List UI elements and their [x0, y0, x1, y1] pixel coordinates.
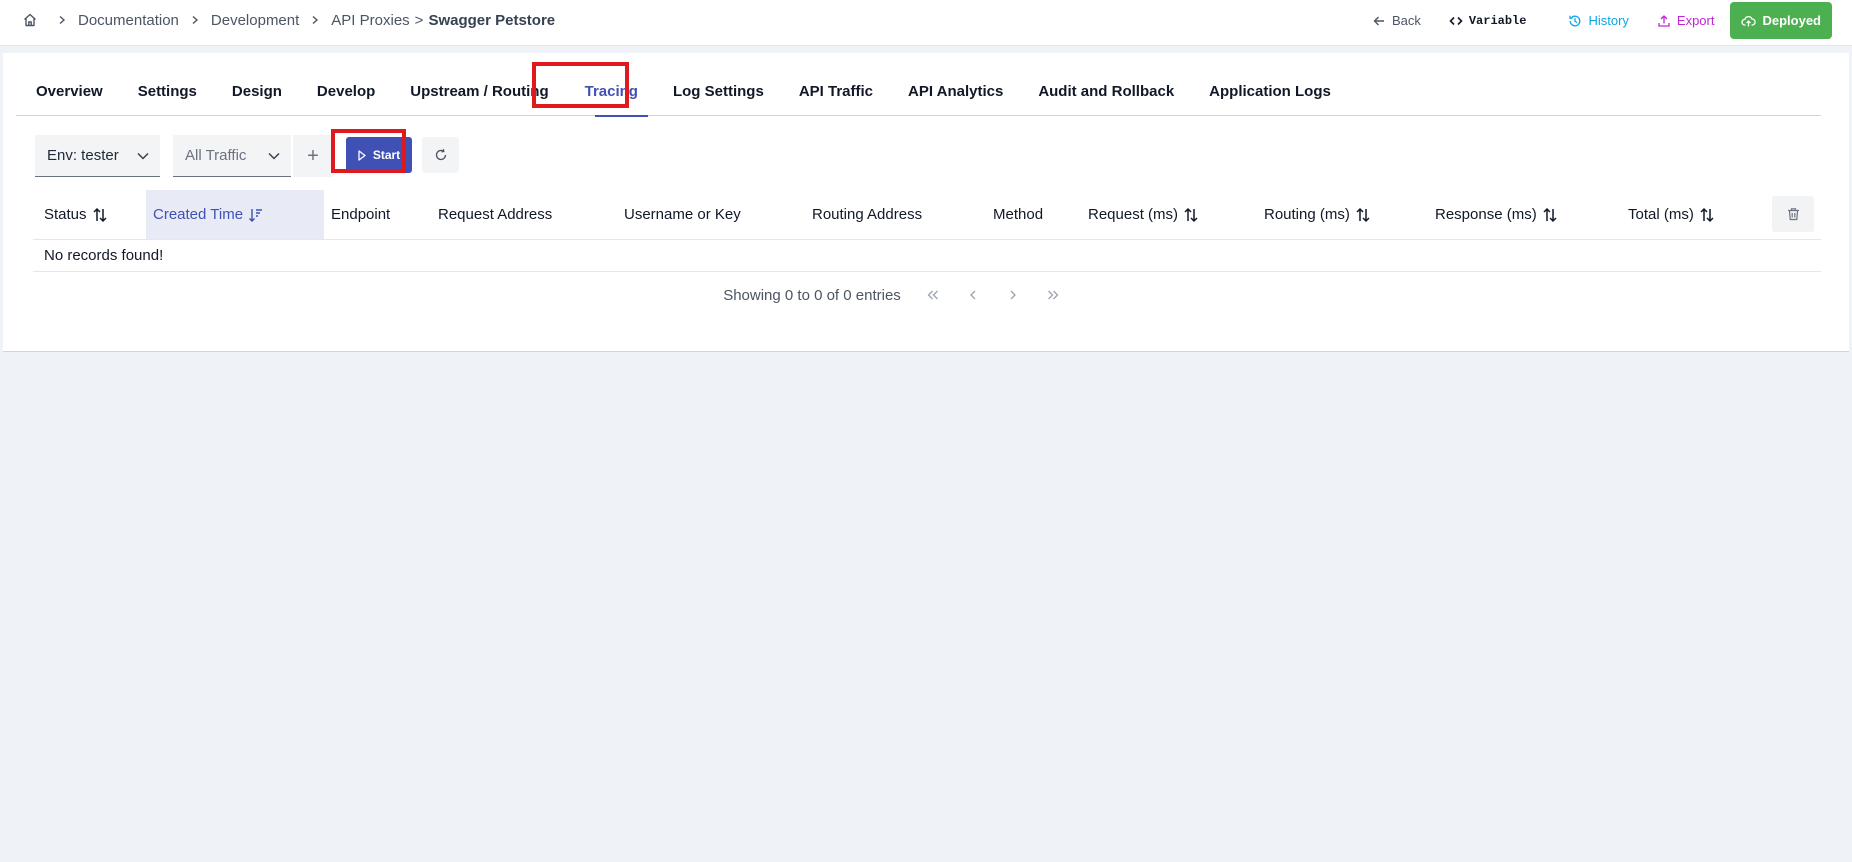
- tab-upstream-routing[interactable]: Upstream / Routing: [410, 67, 548, 116]
- refresh-icon: [435, 149, 446, 161]
- export-button[interactable]: Export: [1643, 2, 1729, 39]
- tab-api-traffic[interactable]: API Traffic: [799, 67, 873, 116]
- history-button[interactable]: History: [1554, 2, 1642, 39]
- tab-settings[interactable]: Settings: [138, 67, 197, 116]
- column-method[interactable]: Method: [993, 190, 1043, 239]
- tab-log-settings[interactable]: Log Settings: [673, 67, 764, 116]
- variable-button[interactable]: Variable: [1435, 2, 1541, 39]
- tracing-table: Status Created Time Endpoint Request Add…: [33, 190, 1821, 304]
- sort-icon: [1355, 207, 1371, 223]
- column-username-key[interactable]: Username or Key: [624, 190, 741, 239]
- column-created-time-label: Created Time: [153, 206, 244, 223]
- tab-api-analytics[interactable]: API Analytics: [908, 67, 1003, 116]
- sort-icon: [1183, 207, 1199, 223]
- chevrons-left-icon: [927, 290, 938, 300]
- chevron-down-icon: [137, 152, 149, 160]
- tab-tracing[interactable]: Tracing: [585, 67, 649, 117]
- start-button[interactable]: Start: [346, 137, 412, 173]
- chevron-right-icon: [57, 15, 67, 25]
- next-page-button[interactable]: [993, 285, 1033, 305]
- upload-icon: [1658, 14, 1670, 27]
- header-actions: Back Variable History Export Deployed: [1358, 2, 1832, 39]
- tab-design[interactable]: Design: [232, 67, 282, 116]
- column-endpoint[interactable]: Endpoint: [331, 190, 390, 239]
- pagination: Showing 0 to 0 of 0 entries: [33, 285, 1821, 305]
- main-card: Overview Settings Design Develop Upstrea…: [3, 53, 1849, 352]
- column-request-ms-label: Request (ms): [1088, 206, 1179, 223]
- back-button[interactable]: Back: [1358, 2, 1435, 39]
- sort-icon: [1542, 207, 1558, 223]
- history-label: History: [1588, 13, 1629, 28]
- column-status[interactable]: Status: [33, 190, 133, 239]
- prev-page-button[interactable]: [953, 285, 993, 305]
- first-page-button[interactable]: [913, 285, 953, 305]
- chevrons-right-icon: [1047, 290, 1059, 300]
- breadcrumb-documentation[interactable]: Documentation: [78, 12, 179, 29]
- breadcrumb: Documentation Development API Proxies > …: [22, 0, 555, 40]
- refresh-button[interactable]: [422, 137, 459, 173]
- start-label: Start: [372, 148, 401, 162]
- play-icon: [358, 149, 366, 161]
- last-page-button[interactable]: [1033, 285, 1073, 305]
- table-header: Status Created Time Endpoint Request Add…: [33, 190, 1821, 240]
- deployed-button[interactable]: Deployed: [1730, 2, 1832, 39]
- empty-message: No records found!: [44, 247, 164, 264]
- column-routing-ms[interactable]: Routing (ms): [1264, 190, 1371, 239]
- tab-overview[interactable]: Overview: [36, 67, 103, 116]
- traffic-select[interactable]: All Traffic: [173, 135, 291, 177]
- cloud-upload-icon: [1741, 15, 1757, 26]
- column-response-ms-label: Response (ms): [1435, 206, 1537, 223]
- add-filter-button[interactable]: +: [293, 135, 333, 177]
- traffic-select-value: All Traffic: [185, 147, 247, 164]
- tab-audit-rollback[interactable]: Audit and Rollback: [1038, 67, 1174, 116]
- sort-descending-icon: [248, 207, 264, 223]
- breadcrumb-current: Swagger Petstore: [428, 11, 556, 29]
- column-request-address[interactable]: Request Address: [438, 190, 552, 239]
- chevron-right-icon: [190, 15, 200, 25]
- trash-icon: [1787, 208, 1799, 221]
- back-label: Back: [1391, 13, 1421, 28]
- history-icon: [1569, 15, 1581, 26]
- column-created-time[interactable]: Created Time: [146, 190, 324, 239]
- breadcrumb-api-proxies[interactable]: API Proxies: [331, 12, 409, 29]
- export-label: Export: [1676, 13, 1715, 28]
- variable-label: Variable: [1468, 13, 1527, 28]
- chevron-right-icon: [1010, 290, 1016, 300]
- delete-button[interactable]: [1772, 196, 1814, 232]
- code-icon: [1449, 16, 1463, 25]
- env-select-value: Env: tester: [47, 147, 119, 164]
- tab-bar: Overview Settings Design Develop Upstrea…: [16, 67, 1821, 117]
- top-bar: Documentation Development API Proxies > …: [0, 0, 1852, 46]
- column-routing-ms-label: Routing (ms): [1264, 206, 1350, 223]
- sort-icon: [1699, 207, 1715, 223]
- empty-row: No records found!: [33, 240, 1821, 272]
- chevron-left-icon: [969, 290, 976, 300]
- home-icon[interactable]: [22, 12, 38, 28]
- sort-icon: [92, 207, 108, 223]
- column-routing-address[interactable]: Routing Address: [812, 190, 922, 239]
- breadcrumb-development[interactable]: Development: [211, 12, 299, 29]
- tab-application-logs[interactable]: Application Logs: [1209, 67, 1331, 116]
- column-total-ms[interactable]: Total (ms): [1628, 190, 1715, 239]
- column-response-ms[interactable]: Response (ms): [1435, 190, 1558, 239]
- column-total-ms-label: Total (ms): [1628, 206, 1694, 223]
- deployed-label: Deployed: [1762, 13, 1821, 28]
- env-select[interactable]: Env: tester: [35, 135, 160, 177]
- arrow-left-icon: [1373, 16, 1384, 25]
- column-request-ms[interactable]: Request (ms): [1088, 190, 1199, 239]
- pagination-info: Showing 0 to 0 of 0 entries: [723, 286, 901, 304]
- chevron-right-icon: [310, 15, 320, 25]
- breadcrumb-separator: >: [414, 11, 424, 29]
- column-status-label: Status: [44, 206, 87, 223]
- chevron-down-icon: [268, 152, 280, 160]
- tab-develop[interactable]: Develop: [317, 67, 375, 116]
